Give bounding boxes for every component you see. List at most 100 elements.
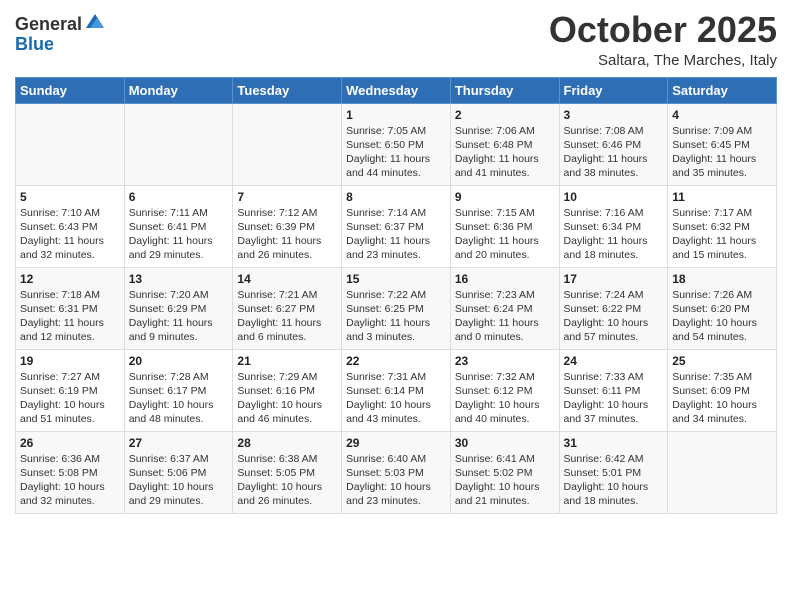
calendar-cell: 4 Sunrise: 7:09 AM Sunset: 6:45 PM Daylig… [668,103,777,185]
day-number: 29 [346,436,446,450]
calendar-cell: 30 Sunrise: 6:41 AM Sunset: 5:02 PM Dayli… [450,431,559,513]
col-thursday: Thursday [450,77,559,103]
day-info: Sunrise: 7:29 AM Sunset: 6:16 PM Dayligh… [237,370,337,427]
day-number: 19 [20,354,120,368]
day-info: Sunrise: 7:26 AM Sunset: 6:20 PM Dayligh… [672,288,772,345]
day-number: 27 [129,436,229,450]
day-info: Sunrise: 6:42 AM Sunset: 5:01 PM Dayligh… [564,452,664,509]
day-number: 5 [20,190,120,204]
calendar-week-4: 26 Sunrise: 6:36 AM Sunset: 5:08 PM Dayli… [16,431,777,513]
col-sunday: Sunday [16,77,125,103]
day-number: 8 [346,190,446,204]
calendar-cell: 7 Sunrise: 7:12 AM Sunset: 6:39 PM Daylig… [233,185,342,267]
calendar-week-3: 19Sunrise: 7:27 AM Sunset: 6:19 PM Dayli… [16,349,777,431]
calendar-cell: 28 Sunrise: 6:38 AM Sunset: 5:05 PM Dayli… [233,431,342,513]
calendar-cell: 27 Sunrise: 6:37 AM Sunset: 5:06 PM Dayli… [124,431,233,513]
day-number: 9 [455,190,555,204]
day-number: 11 [672,190,772,204]
calendar-cell: 12Sunrise: 7:18 AM Sunset: 6:31 PM Dayli… [16,267,125,349]
day-number: 17 [564,272,664,286]
day-info: Sunrise: 7:17 AM Sunset: 6:32 PM Dayligh… [672,206,772,263]
day-number: 25 [672,354,772,368]
day-number: 18 [672,272,772,286]
calendar-cell: 10Sunrise: 7:16 AM Sunset: 6:34 PM Dayli… [559,185,668,267]
title-block: October 2025 Saltara, The Marches, Italy [549,10,777,69]
header-row: Sunday Monday Tuesday Wednesday Thursday… [16,77,777,103]
day-number: 23 [455,354,555,368]
calendar-cell: 26 Sunrise: 6:36 AM Sunset: 5:08 PM Dayli… [16,431,125,513]
calendar-cell: 20 Sunrise: 7:28 AM Sunset: 6:17 PM Dayli… [124,349,233,431]
day-info: Sunrise: 6:41 AM Sunset: 5:02 PM Dayligh… [455,452,555,509]
calendar-cell: 8Sunrise: 7:14 AM Sunset: 6:37 PM Daylig… [342,185,451,267]
day-info: Sunrise: 7:15 AM Sunset: 6:36 PM Dayligh… [455,206,555,263]
calendar-body: 1Sunrise: 7:05 AM Sunset: 6:50 PM Daylig… [16,103,777,513]
day-info: Sunrise: 6:36 AM Sunset: 5:08 PM Dayligh… [20,452,120,509]
day-info: Sunrise: 7:20 AM Sunset: 6:29 PM Dayligh… [129,288,229,345]
calendar-cell: 24 Sunrise: 7:33 AM Sunset: 6:11 PM Dayli… [559,349,668,431]
day-info: Sunrise: 7:33 AM Sunset: 6:11 PM Dayligh… [564,370,664,427]
calendar-cell: 22Sunrise: 7:31 AM Sunset: 6:14 PM Dayli… [342,349,451,431]
calendar-cell: 3Sunrise: 7:08 AM Sunset: 6:46 PM Daylig… [559,103,668,185]
calendar-cell [124,103,233,185]
header: General Blue October 2025 Saltara, The M… [15,10,777,69]
calendar-cell: 1Sunrise: 7:05 AM Sunset: 6:50 PM Daylig… [342,103,451,185]
col-monday: Monday [124,77,233,103]
calendar-cell: 14 Sunrise: 7:21 AM Sunset: 6:27 PM Dayli… [233,267,342,349]
day-info: Sunrise: 7:12 AM Sunset: 6:39 PM Dayligh… [237,206,337,263]
day-info: Sunrise: 7:10 AM Sunset: 6:43 PM Dayligh… [20,206,120,263]
page-container: General Blue October 2025 Saltara, The M… [0,0,792,529]
calendar-cell: 11 Sunrise: 7:17 AM Sunset: 6:32 PM Dayli… [668,185,777,267]
calendar-cell: 5 Sunrise: 7:10 AM Sunset: 6:43 PM Daylig… [16,185,125,267]
calendar-week-2: 12Sunrise: 7:18 AM Sunset: 6:31 PM Dayli… [16,267,777,349]
day-info: Sunrise: 7:23 AM Sunset: 6:24 PM Dayligh… [455,288,555,345]
calendar-cell: 13Sunrise: 7:20 AM Sunset: 6:29 PM Dayli… [124,267,233,349]
day-info: Sunrise: 7:11 AM Sunset: 6:41 PM Dayligh… [129,206,229,263]
calendar-cell: 29 Sunrise: 6:40 AM Sunset: 5:03 PM Dayli… [342,431,451,513]
calendar-cell [668,431,777,513]
col-saturday: Saturday [668,77,777,103]
day-info: Sunrise: 7:22 AM Sunset: 6:25 PM Dayligh… [346,288,446,345]
day-info: Sunrise: 7:31 AM Sunset: 6:14 PM Dayligh… [346,370,446,427]
col-friday: Friday [559,77,668,103]
calendar-cell: 17 Sunrise: 7:24 AM Sunset: 6:22 PM Dayli… [559,267,668,349]
calendar-cell: 18 Sunrise: 7:26 AM Sunset: 6:20 PM Dayli… [668,267,777,349]
day-info: Sunrise: 7:09 AM Sunset: 6:45 PM Dayligh… [672,124,772,181]
col-wednesday: Wednesday [342,77,451,103]
day-number: 15 [346,272,446,286]
calendar-week-0: 1Sunrise: 7:05 AM Sunset: 6:50 PM Daylig… [16,103,777,185]
day-number: 30 [455,436,555,450]
subtitle: Saltara, The Marches, Italy [549,52,777,69]
calendar-cell: 21Sunrise: 7:29 AM Sunset: 6:16 PM Dayli… [233,349,342,431]
day-number: 7 [237,190,337,204]
day-number: 6 [129,190,229,204]
day-info: Sunrise: 7:35 AM Sunset: 6:09 PM Dayligh… [672,370,772,427]
day-number: 3 [564,108,664,122]
day-info: Sunrise: 7:24 AM Sunset: 6:22 PM Dayligh… [564,288,664,345]
calendar-cell: 23Sunrise: 7:32 AM Sunset: 6:12 PM Dayli… [450,349,559,431]
logo-icon [84,10,106,32]
calendar-cell: 6 Sunrise: 7:11 AM Sunset: 6:41 PM Daylig… [124,185,233,267]
day-number: 2 [455,108,555,122]
day-number: 31 [564,436,664,450]
day-number: 12 [20,272,120,286]
calendar-cell: 31 Sunrise: 6:42 AM Sunset: 5:01 PM Dayli… [559,431,668,513]
day-info: Sunrise: 6:40 AM Sunset: 5:03 PM Dayligh… [346,452,446,509]
col-tuesday: Tuesday [233,77,342,103]
day-number: 24 [564,354,664,368]
day-number: 10 [564,190,664,204]
calendar-week-1: 5 Sunrise: 7:10 AM Sunset: 6:43 PM Daylig… [16,185,777,267]
calendar-cell: 2Sunrise: 7:06 AM Sunset: 6:48 PM Daylig… [450,103,559,185]
day-number: 20 [129,354,229,368]
day-info: Sunrise: 6:38 AM Sunset: 5:05 PM Dayligh… [237,452,337,509]
day-info: Sunrise: 6:37 AM Sunset: 5:06 PM Dayligh… [129,452,229,509]
logo-blue: Blue [15,34,54,54]
day-number: 4 [672,108,772,122]
day-info: Sunrise: 7:21 AM Sunset: 6:27 PM Dayligh… [237,288,337,345]
calendar-cell [233,103,342,185]
day-info: Sunrise: 7:28 AM Sunset: 6:17 PM Dayligh… [129,370,229,427]
day-number: 26 [20,436,120,450]
day-number: 14 [237,272,337,286]
calendar-cell: 9 Sunrise: 7:15 AM Sunset: 6:36 PM Daylig… [450,185,559,267]
day-info: Sunrise: 7:05 AM Sunset: 6:50 PM Dayligh… [346,124,446,181]
day-number: 28 [237,436,337,450]
